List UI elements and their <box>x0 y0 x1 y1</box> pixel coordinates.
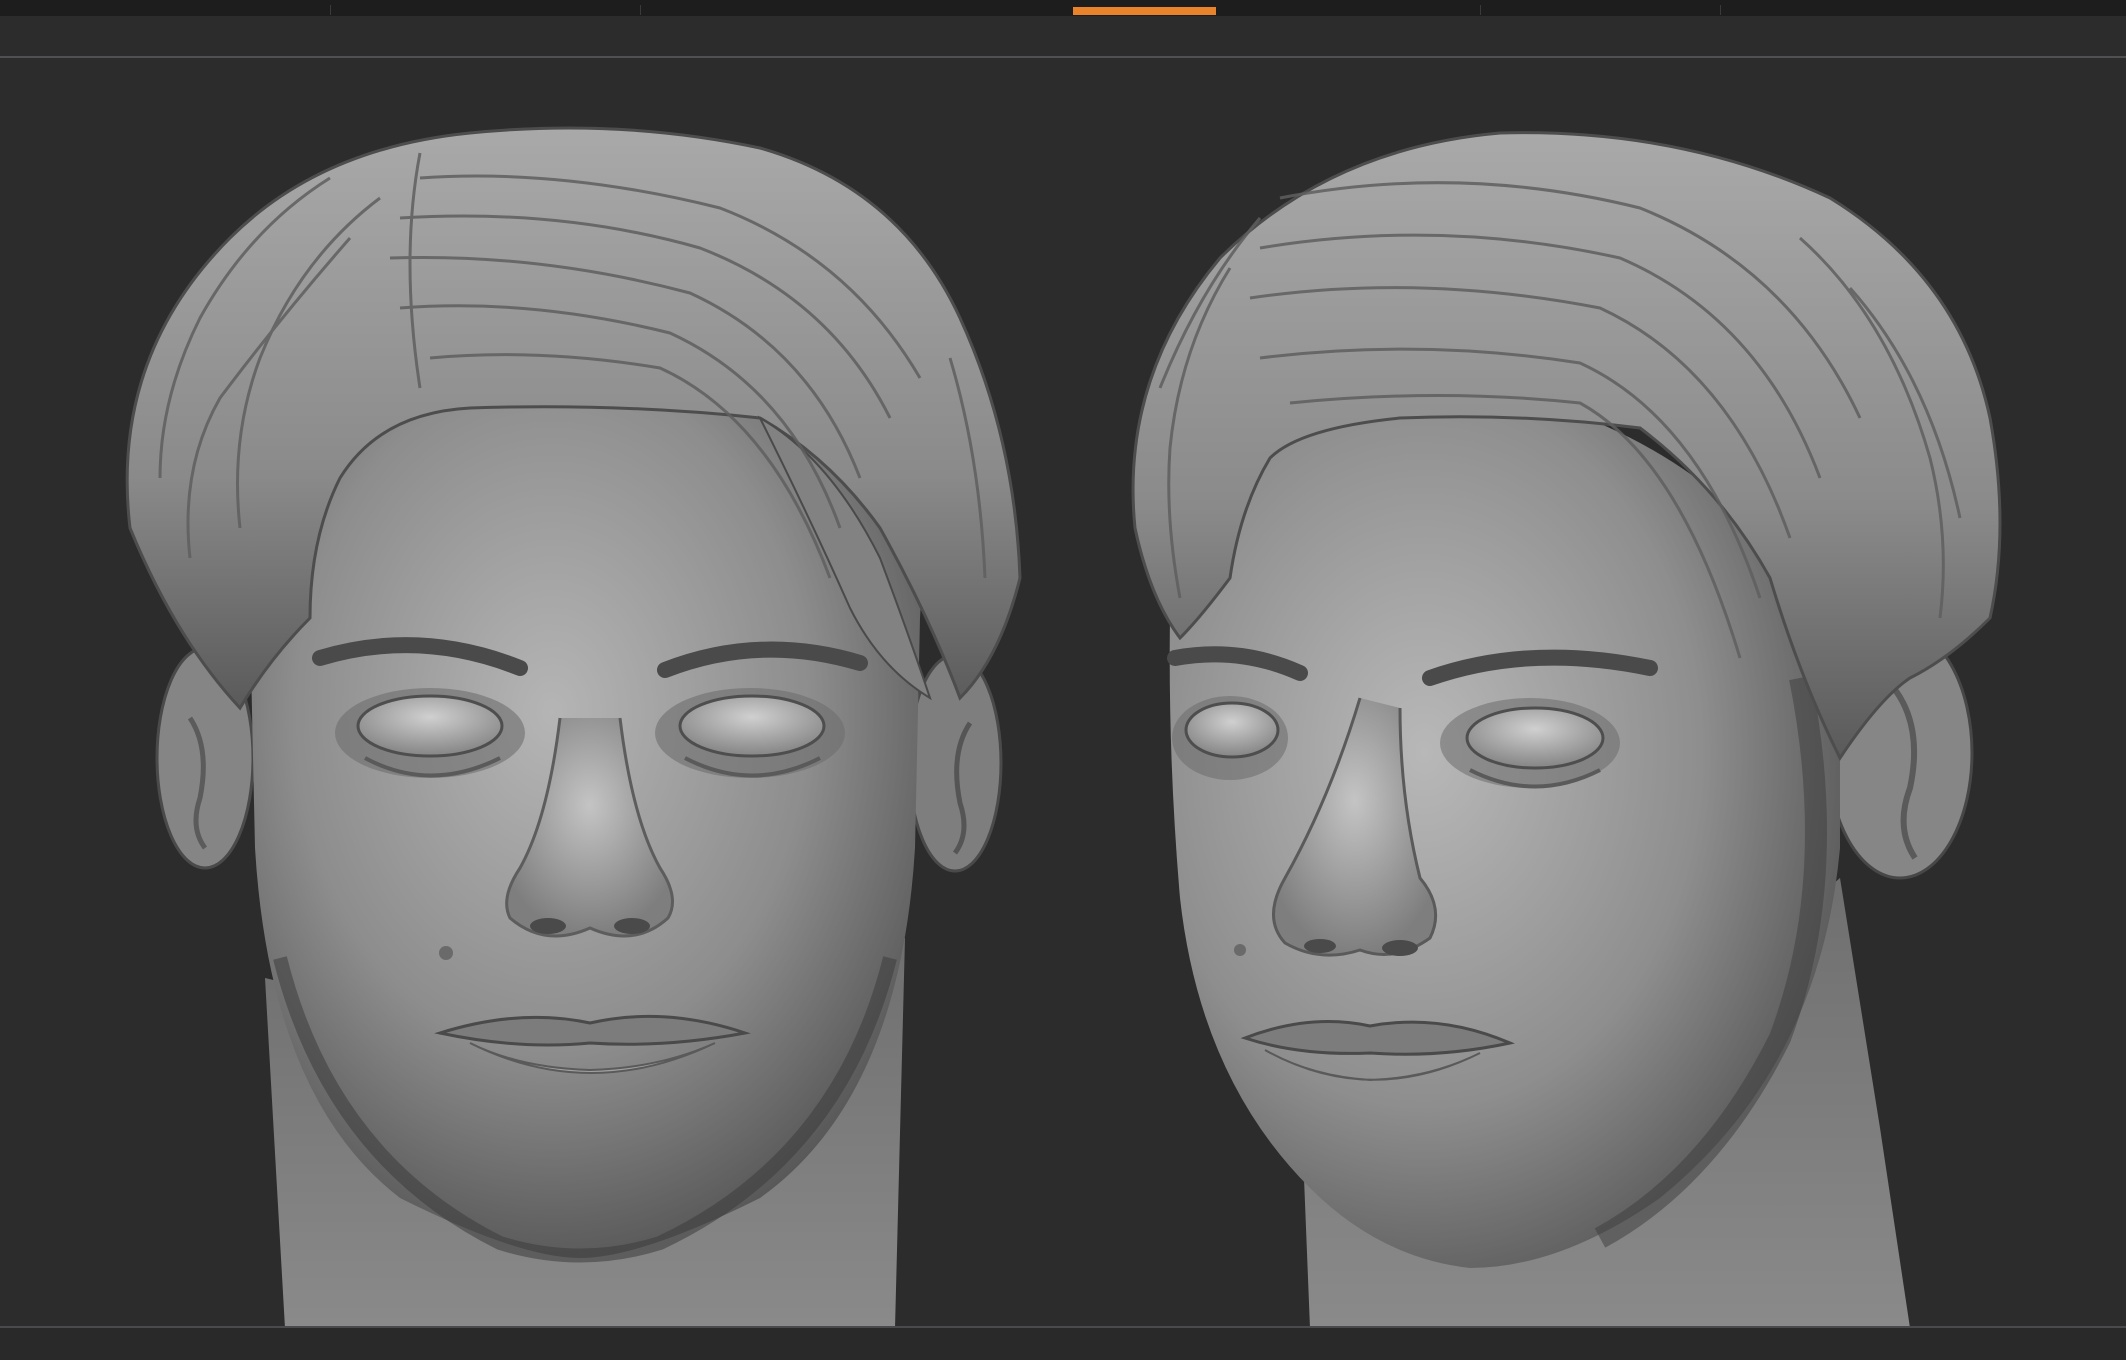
sculpt-head-front[interactable] <box>125 126 1022 1326</box>
ruler-tick <box>330 5 331 15</box>
sculpt-head-three-quarter[interactable] <box>1131 131 2002 1326</box>
front-eye-left <box>356 694 504 758</box>
top-toolbar-strip <box>0 0 2126 16</box>
timeline-scrubber[interactable] <box>1073 7 1216 15</box>
angled-eye-left <box>1184 701 1280 759</box>
viewport-canvas <box>125 126 2002 1326</box>
ruler-tick <box>640 5 641 15</box>
ruler-tick <box>1480 5 1481 15</box>
ruler-tick <box>1720 5 1721 15</box>
sculpt-viewport[interactable] <box>0 58 2126 1326</box>
front-eye-right <box>678 694 826 758</box>
angled-eye-right <box>1465 706 1605 770</box>
bottom-shelf <box>0 1328 2126 1360</box>
timeline-scrubber-indicator[interactable] <box>1073 7 1216 15</box>
